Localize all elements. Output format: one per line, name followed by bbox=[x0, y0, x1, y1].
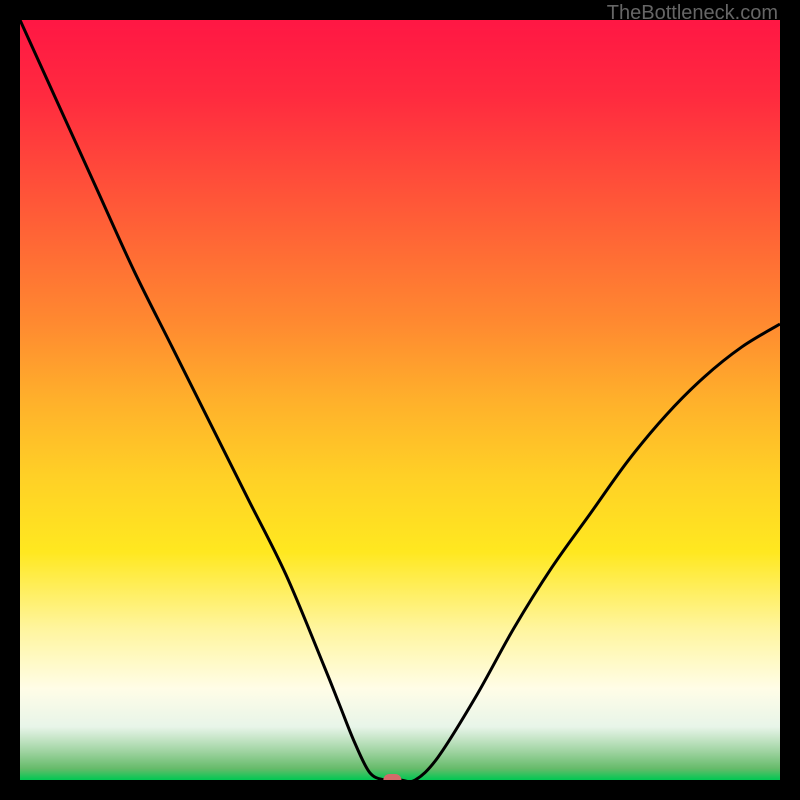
watermark-text: TheBottleneck.com bbox=[607, 2, 778, 25]
chart-container: TheBottleneck.com bbox=[0, 0, 800, 800]
gradient-background bbox=[20, 20, 780, 780]
plot-area bbox=[20, 20, 780, 780]
chart-svg bbox=[20, 20, 780, 780]
